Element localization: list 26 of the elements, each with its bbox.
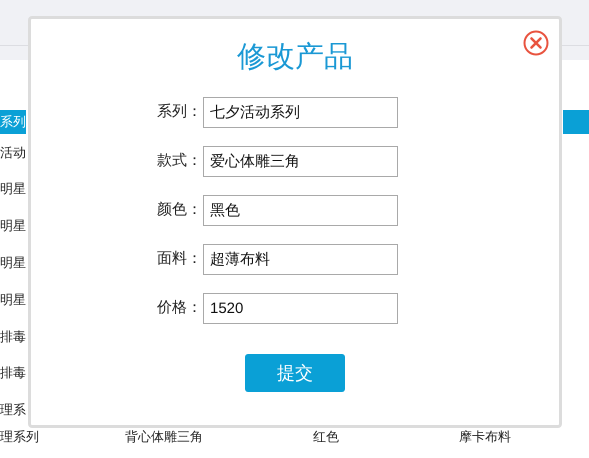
table-header-cell: 系列	[0, 110, 26, 134]
table-cell: 背心体雕三角	[125, 429, 203, 444]
field-label: 颜色：	[156, 200, 203, 220]
input-field[interactable]: 超薄布料	[203, 244, 398, 275]
field-label: 款式：	[156, 151, 203, 172]
table-cell-text: 明星	[0, 254, 26, 272]
table-cell: 摩卡布料	[459, 429, 511, 444]
table-header-cell	[563, 110, 589, 134]
table-cell-text: 理系	[0, 401, 26, 420]
field-label: 面料：	[156, 249, 203, 270]
input-field[interactable]: 1520	[203, 293, 398, 324]
input-field[interactable]: 七夕活动系列	[203, 97, 398, 128]
close-icon[interactable]	[523, 30, 549, 56]
input-field[interactable]: 黑色	[203, 195, 398, 226]
dialog-title: 修改产品	[237, 40, 353, 75]
field-label: 价格：	[156, 298, 203, 318]
table-cell: 红色	[313, 429, 339, 444]
table-cell: 理系列	[0, 429, 39, 444]
table-cell-text: 明星	[0, 217, 26, 236]
field-label: 系列：	[156, 102, 203, 122]
table-cell-text: 排毒	[0, 328, 26, 346]
table-cell-text: 活动	[0, 144, 26, 162]
table-cell-text: 明星	[0, 290, 26, 309]
table-cell-text: 明星	[0, 180, 26, 198]
input-field[interactable]: 爱心体雕三角	[203, 146, 398, 177]
table-cell-text: 排毒	[0, 364, 26, 382]
